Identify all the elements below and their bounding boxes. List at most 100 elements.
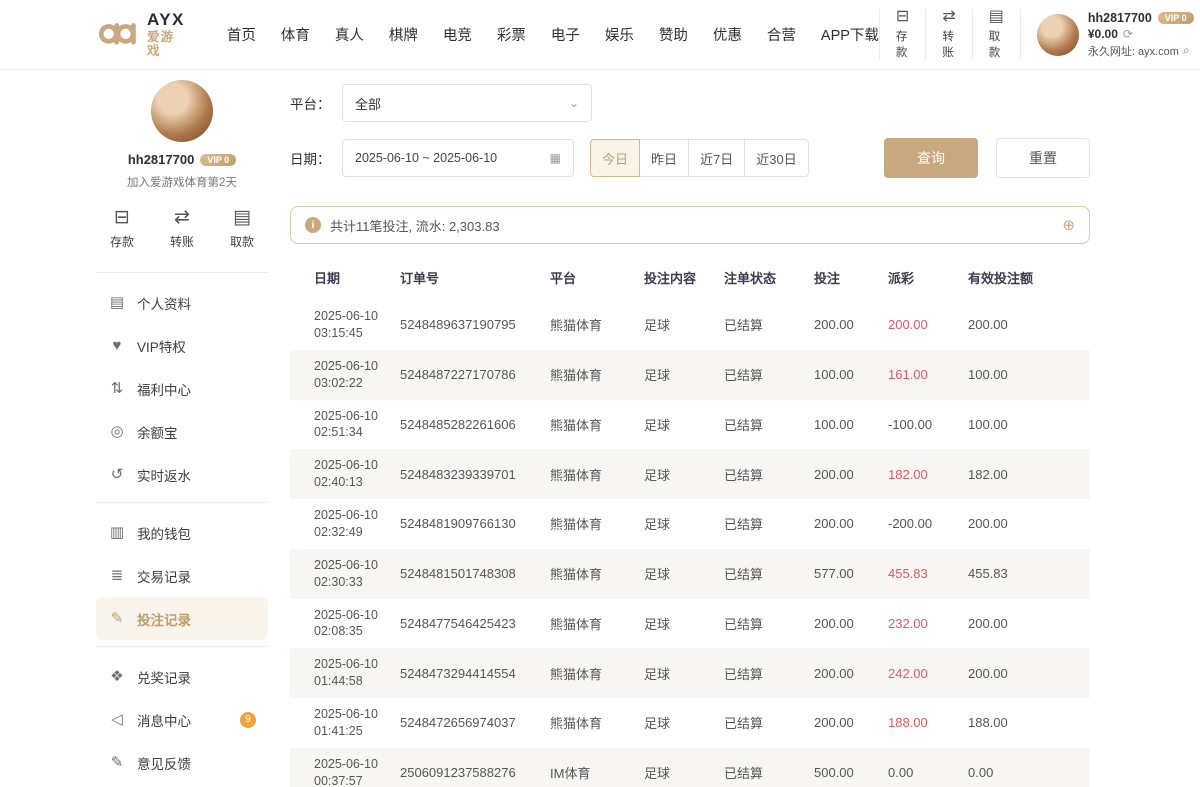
summary-text: 共计11笔投注, 流水: 2,303.83 bbox=[330, 216, 500, 235]
column-header: 派彩 bbox=[880, 254, 960, 300]
cell-status: 已结算 bbox=[716, 648, 806, 698]
platform-select[interactable]: 全部 ⌄ bbox=[342, 84, 592, 122]
sidebar-menu: ▤个人资料♥VIP特权⇅福利中心◎余额宝↺实时返水 ▥我的钱包≣交易记录✎投注记录… bbox=[96, 272, 268, 784]
bet-records-table: 日期订单号平台投注内容注单状态投注派彩有效投注额 2025-06-1003:15… bbox=[290, 254, 1090, 787]
date-filter-label: 日期： bbox=[290, 148, 342, 168]
cell-payout: -100.00 bbox=[880, 400, 960, 450]
sidebar-avatar[interactable] bbox=[151, 80, 213, 142]
cell-valid: 100.00 bbox=[960, 400, 1090, 450]
header-action-取款[interactable]: ▤取款 bbox=[972, 9, 1021, 60]
sidebar-item-消息中心[interactable]: ◁消息中心9 bbox=[96, 698, 268, 741]
cell-date: 2025-06-1002:51:34 bbox=[290, 400, 392, 450]
cell-platform: 熊猫体育 bbox=[542, 400, 636, 450]
cell-payout: 232.00 bbox=[880, 599, 960, 649]
cell-status: 已结算 bbox=[716, 449, 806, 499]
sidebar-action-存款[interactable]: ⊟存款 bbox=[110, 208, 134, 250]
cell-valid: 188.00 bbox=[960, 698, 1090, 748]
cell-order: 5248483239339701 bbox=[392, 449, 542, 499]
header-action-存款[interactable]: ⊟存款 bbox=[879, 9, 925, 60]
transactions-icon: ≣ bbox=[108, 568, 126, 583]
cell-date: 2025-06-1001:41:25 bbox=[290, 698, 392, 748]
nav-item[interactable]: 棋牌 bbox=[389, 24, 418, 45]
sidebar-item-余额宝[interactable]: ◎余额宝 bbox=[96, 410, 268, 453]
nav-item[interactable]: 彩票 bbox=[497, 24, 526, 45]
cell-date-day: 2025-06-10 bbox=[314, 358, 384, 375]
nav-item[interactable]: APP下载 bbox=[821, 24, 879, 45]
cell-valid: 182.00 bbox=[960, 449, 1090, 499]
redeem-icon: ❖ bbox=[108, 669, 126, 684]
username: hh2817700 bbox=[1088, 11, 1152, 25]
logo-text-en: AYX bbox=[147, 10, 185, 30]
range-button-昨日[interactable]: 昨日 bbox=[639, 139, 689, 177]
table-row: 2025-06-1002:40:135248483239339701熊猫体育足球… bbox=[290, 449, 1090, 499]
info-icon: i bbox=[305, 217, 321, 233]
date-range-value: 2025-06-10 ~ 2025-06-10 bbox=[355, 151, 497, 165]
nav-item[interactable]: 优惠 bbox=[713, 24, 742, 45]
date-range-input[interactable]: 2025-06-10 ~ 2025-06-10 ▦ bbox=[342, 139, 574, 177]
table-row: 2025-06-1003:02:225248487227170786熊猫体育足球… bbox=[290, 350, 1090, 400]
vip-icon: ♥ bbox=[108, 338, 126, 353]
sidebar-action-label: 存款 bbox=[110, 233, 134, 250]
cell-date: 2025-06-1002:08:35 bbox=[290, 599, 392, 649]
cell-platform: 熊猫体育 bbox=[542, 300, 636, 350]
sidebar-item-意见反馈[interactable]: ✎意见反馈 bbox=[96, 741, 268, 784]
refresh-balance-icon[interactable]: ⟳ bbox=[1123, 27, 1133, 41]
table-row: 2025-06-1002:32:495248481909766130熊猫体育足球… bbox=[290, 499, 1090, 549]
cell-status: 已结算 bbox=[716, 400, 806, 450]
header-action-转账[interactable]: ⇄转账 bbox=[925, 9, 971, 60]
cell-valid: 455.83 bbox=[960, 549, 1090, 599]
joined-days-text: 加入爱游戏体育第2天 bbox=[96, 174, 268, 190]
cell-platform: 熊猫体育 bbox=[542, 449, 636, 499]
search-button[interactable]: 查询 bbox=[884, 138, 978, 178]
cell-date: 2025-06-1002:40:13 bbox=[290, 449, 392, 499]
cell-platform: 熊猫体育 bbox=[542, 499, 636, 549]
sidebar-item-VIP特权[interactable]: ♥VIP特权 bbox=[96, 324, 268, 367]
user-avatar[interactable] bbox=[1037, 14, 1079, 56]
search-icon[interactable]: ⌕ bbox=[1183, 43, 1190, 58]
cell-date-time: 01:41:25 bbox=[314, 723, 384, 740]
nav-item[interactable]: 电竞 bbox=[443, 24, 472, 45]
nav-item[interactable]: 真人 bbox=[335, 24, 364, 45]
cell-order: 5248485282261606 bbox=[392, 400, 542, 450]
rebate-icon: ↺ bbox=[108, 467, 126, 482]
cell-date-time: 02:30:33 bbox=[314, 574, 384, 591]
messages-icon: ◁ bbox=[108, 712, 126, 727]
nav-item[interactable]: 首页 bbox=[227, 24, 256, 45]
sidebar-item-个人资料[interactable]: ▤个人资料 bbox=[96, 281, 268, 324]
sidebar-action-label: 转账 bbox=[170, 233, 194, 250]
column-header: 订单号 bbox=[392, 254, 542, 300]
cell-order: 5248487227170786 bbox=[392, 350, 542, 400]
sidebar-item-福利中心[interactable]: ⇅福利中心 bbox=[96, 367, 268, 410]
sidebar-item-label: 消息中心 bbox=[137, 710, 191, 730]
sidebar-item-投注记录[interactable]: ✎投注记录 bbox=[96, 597, 268, 640]
cell-status: 已结算 bbox=[716, 300, 806, 350]
cell-date-day: 2025-06-10 bbox=[314, 557, 384, 574]
cell-date-day: 2025-06-10 bbox=[314, 457, 384, 474]
nav-item[interactable]: 体育 bbox=[281, 24, 310, 45]
sidebar-divider bbox=[96, 502, 268, 503]
sidebar-item-兑奖记录[interactable]: ❖兑奖记录 bbox=[96, 655, 268, 698]
cell-date-time: 03:02:22 bbox=[314, 375, 384, 392]
cell-date: 2025-06-1000:37:57 bbox=[290, 748, 392, 787]
range-button-今日[interactable]: 今日 bbox=[590, 139, 640, 177]
sidebar-action-取款[interactable]: ▤取款 bbox=[230, 208, 254, 250]
sidebar-item-实时返水[interactable]: ↺实时返水 bbox=[96, 453, 268, 496]
sidebar-item-交易记录[interactable]: ≣交易记录 bbox=[96, 554, 268, 597]
column-header: 平台 bbox=[542, 254, 636, 300]
reset-button[interactable]: 重置 bbox=[996, 138, 1090, 178]
range-button-近7日[interactable]: 近7日 bbox=[688, 139, 745, 177]
nav-item[interactable]: 娱乐 bbox=[605, 24, 634, 45]
sidebar-vip-badge: VIP 0 bbox=[200, 154, 236, 166]
sidebar-action-转账[interactable]: ⇄转账 bbox=[170, 208, 194, 250]
expand-icon[interactable]: ⊕ bbox=[1062, 218, 1075, 233]
nav-item[interactable]: 电子 bbox=[551, 24, 580, 45]
nav-item[interactable]: 赞助 bbox=[659, 24, 688, 45]
cell-platform: IM体育 bbox=[542, 748, 636, 787]
cell-payout: 188.00 bbox=[880, 698, 960, 748]
nav-item[interactable]: 合营 bbox=[767, 24, 796, 45]
cell-status: 已结算 bbox=[716, 698, 806, 748]
sidebar-item-我的钱包[interactable]: ▥我的钱包 bbox=[96, 511, 268, 554]
logo[interactable]: AYX 爱游戏 bbox=[98, 10, 185, 58]
range-button-近30日[interactable]: 近30日 bbox=[744, 139, 808, 177]
yuebao-icon: ◎ bbox=[108, 424, 126, 439]
